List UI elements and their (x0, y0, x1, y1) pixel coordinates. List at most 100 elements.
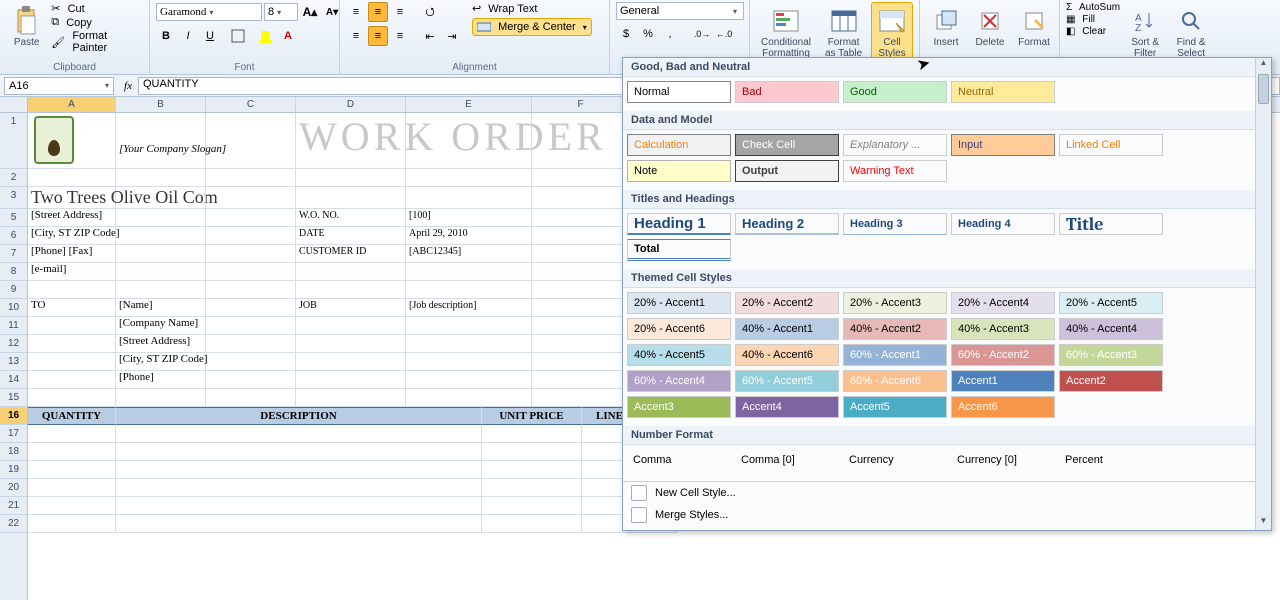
style-accent[interactable]: 40% - Accent4 (1059, 318, 1163, 340)
style-accent[interactable]: 60% - Accent6 (843, 370, 947, 392)
style-accent[interactable]: 40% - Accent1 (735, 318, 839, 340)
style-accent[interactable]: 20% - Accent2 (735, 292, 839, 314)
style-comma[interactable]: Comma (627, 449, 731, 471)
accounting-format-button[interactable]: $ (616, 24, 636, 44)
column-header[interactable]: F (532, 97, 630, 112)
style-accent[interactable]: Accent4 (735, 396, 839, 418)
style-total[interactable]: Total (627, 239, 731, 261)
row-header[interactable]: 5 (0, 209, 27, 227)
new-cell-style-menu[interactable]: New Cell Style... (623, 482, 1271, 504)
column-header[interactable]: E (406, 97, 532, 112)
decrease-decimal-button[interactable]: ←.0 (714, 24, 734, 44)
row-header[interactable]: 17 (0, 425, 27, 443)
name-box[interactable]: A16▾ (4, 77, 114, 95)
style-currency0[interactable]: Currency [0] (951, 449, 1055, 471)
row-header[interactable]: 8 (0, 263, 27, 281)
style-accent[interactable]: Accent3 (627, 396, 731, 418)
row-header[interactable]: 12 (0, 335, 27, 353)
style-accent[interactable]: 40% - Accent3 (951, 318, 1055, 340)
row-header[interactable]: 6 (0, 227, 27, 245)
format-as-table-button[interactable]: Format as Table (820, 2, 867, 62)
align-center-button[interactable]: ≡ (368, 26, 388, 46)
row-header[interactable]: 18 (0, 443, 27, 461)
style-neutral[interactable]: Neutral (951, 81, 1055, 103)
sort-filter-button[interactable]: AZSort & Filter (1124, 2, 1166, 62)
style-accent[interactable]: 60% - Accent5 (735, 370, 839, 392)
font-name-combo[interactable]: Garamond▾ (156, 3, 262, 21)
underline-button[interactable]: U (200, 26, 220, 46)
merge-center-button[interactable]: Merge & Center ▾ (472, 18, 592, 36)
font-size-combo[interactable]: 8▾ (264, 3, 298, 21)
style-currency[interactable]: Currency (843, 449, 947, 471)
delete-button[interactable]: Delete (970, 2, 1010, 51)
format-painter-button[interactable]: 🖌 Format Painter (51, 30, 143, 54)
row-header[interactable]: 19 (0, 461, 27, 479)
find-select-button[interactable]: Find & Select (1170, 2, 1212, 62)
row-header[interactable]: 14 (0, 371, 27, 389)
comma-format-button[interactable]: , (660, 24, 680, 44)
style-accent[interactable]: 60% - Accent4 (627, 370, 731, 392)
style-accent[interactable]: 20% - Accent1 (627, 292, 731, 314)
style-accent[interactable]: 60% - Accent2 (951, 344, 1055, 366)
orientation-button[interactable]: ⭯ (420, 2, 440, 22)
increase-decimal-button[interactable]: .0→ (692, 24, 712, 44)
style-accent[interactable]: 20% - Accent4 (951, 292, 1055, 314)
style-comma0[interactable]: Comma [0] (735, 449, 839, 471)
row-header[interactable]: 16 (0, 407, 27, 425)
style-accent[interactable]: 40% - Accent5 (627, 344, 731, 366)
decrease-indent-button[interactable]: ⇤ (420, 26, 440, 46)
row-header[interactable]: 2 (0, 169, 27, 187)
column-header[interactable]: B (116, 97, 206, 112)
style-bad[interactable]: Bad (735, 81, 839, 103)
merge-styles-menu[interactable]: Merge Styles... (623, 504, 1271, 526)
paste-button[interactable]: Paste (6, 2, 47, 51)
fill-button[interactable]: ▦ Fill (1066, 14, 1120, 25)
style-explanatory[interactable]: Explanatory ... (843, 134, 947, 156)
row-header[interactable]: 21 (0, 497, 27, 515)
style-note[interactable]: Note (627, 160, 731, 182)
autosum-button[interactable]: Σ AutoSum (1066, 2, 1120, 13)
conditional-formatting-button[interactable]: Conditional Formatting (756, 2, 816, 62)
style-calculation[interactable]: Calculation (627, 134, 731, 156)
row-header[interactable]: 10 (0, 299, 27, 317)
fill-color-button[interactable] (256, 26, 276, 46)
style-title[interactable]: Title (1059, 213, 1163, 235)
align-bottom-button[interactable]: ≡ (390, 2, 410, 22)
style-accent[interactable]: 60% - Accent1 (843, 344, 947, 366)
style-accent[interactable]: 40% - Accent2 (843, 318, 947, 340)
cell-styles-button[interactable]: Cell Styles (871, 2, 913, 62)
gallery-scrollbar[interactable]: ▲▼ (1255, 58, 1271, 530)
align-middle-button[interactable]: ≡ (368, 2, 388, 22)
align-top-button[interactable]: ≡ (346, 2, 366, 22)
row-header[interactable]: 7 (0, 245, 27, 263)
border-button[interactable] (228, 26, 248, 46)
column-header[interactable]: D (296, 97, 406, 112)
style-percent[interactable]: Percent (1059, 449, 1163, 471)
format-button[interactable]: Format (1014, 2, 1054, 51)
row-header[interactable]: 9 (0, 281, 27, 299)
style-accent[interactable]: Accent5 (843, 396, 947, 418)
column-header[interactable]: C (206, 97, 296, 112)
row-header[interactable]: 20 (0, 479, 27, 497)
cut-button[interactable]: ✂ Cut (51, 2, 143, 15)
row-header[interactable]: 1 (0, 113, 27, 169)
style-input[interactable]: Input (951, 134, 1055, 156)
align-left-button[interactable]: ≡ (346, 26, 366, 46)
shrink-font-button[interactable]: A▾ (322, 2, 342, 22)
row-header[interactable]: 15 (0, 389, 27, 407)
style-check-cell[interactable]: Check Cell (735, 134, 839, 156)
copy-button[interactable]: ⧉ Copy (51, 16, 143, 29)
style-accent[interactable]: Accent1 (951, 370, 1055, 392)
italic-button[interactable]: I (178, 26, 198, 46)
style-accent[interactable]: 20% - Accent6 (627, 318, 731, 340)
row-header[interactable]: 11 (0, 317, 27, 335)
style-accent[interactable]: 60% - Accent3 (1059, 344, 1163, 366)
row-header[interactable]: 3 (0, 187, 27, 209)
style-accent[interactable]: 20% - Accent5 (1059, 292, 1163, 314)
font-color-button[interactable]: A (278, 26, 298, 46)
number-format-combo[interactable]: General▾ (616, 2, 744, 20)
style-accent[interactable]: Accent6 (951, 396, 1055, 418)
style-accent[interactable]: 40% - Accent6 (735, 344, 839, 366)
style-heading2[interactable]: Heading 2 (735, 213, 839, 235)
increase-indent-button[interactable]: ⇥ (442, 26, 462, 46)
